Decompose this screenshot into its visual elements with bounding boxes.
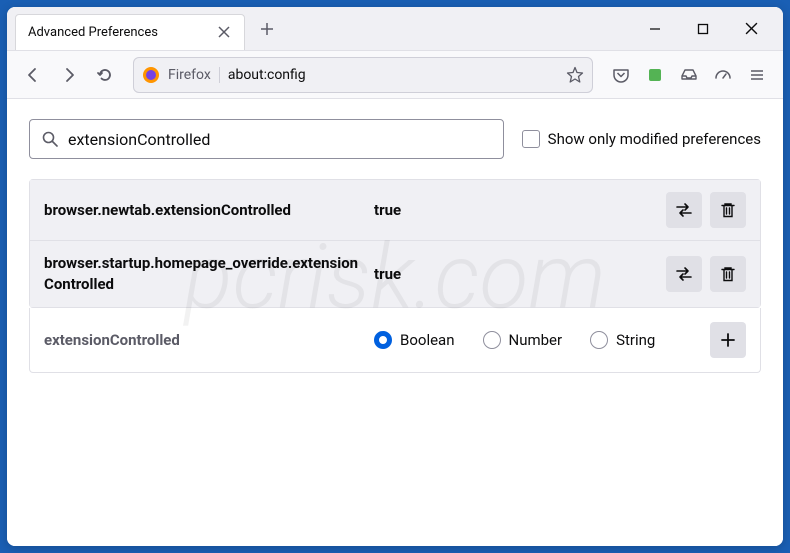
toggle-button[interactable] — [666, 256, 702, 292]
add-pref-name: extensionControlled — [44, 331, 364, 349]
url-bar[interactable]: Firefox about:config — [133, 57, 593, 93]
delete-button[interactable] — [710, 192, 746, 228]
row-actions — [666, 192, 746, 228]
inbox-icon[interactable] — [673, 59, 705, 91]
radio-label: Boolean — [400, 331, 455, 349]
toggle-button[interactable] — [666, 192, 702, 228]
forward-button[interactable] — [53, 59, 85, 91]
radio-label: Number — [509, 331, 563, 349]
url-text: about:config — [228, 67, 558, 83]
toolbar-actions — [605, 59, 773, 91]
radio-string[interactable]: String — [590, 331, 655, 349]
new-tab-button[interactable] — [253, 15, 281, 43]
nav-toolbar: Firefox about:config — [7, 51, 783, 99]
dashboard-icon[interactable] — [707, 59, 739, 91]
tab-title: Advanced Preferences — [28, 25, 216, 40]
radio-number[interactable]: Number — [483, 331, 563, 349]
search-box[interactable] — [29, 119, 504, 159]
add-button[interactable] — [710, 322, 746, 358]
radio-boolean[interactable]: Boolean — [374, 331, 455, 349]
radio-label: String — [616, 331, 655, 349]
pref-name: browser.newtab.extensionControlled — [44, 200, 364, 221]
radio-icon — [374, 331, 392, 349]
extension-icon[interactable] — [639, 59, 671, 91]
close-icon[interactable] — [216, 24, 232, 40]
modified-only-checkbox[interactable]: Show only modified preferences — [522, 130, 761, 148]
add-pref-row: extensionControlled Boolean Number Strin… — [29, 308, 761, 373]
tab-active[interactable]: Advanced Preferences — [15, 14, 245, 50]
checkbox-icon — [522, 130, 540, 148]
identity-label: Firefox — [168, 67, 220, 83]
reload-button[interactable] — [89, 59, 121, 91]
firefox-logo-icon — [142, 66, 160, 84]
menu-icon[interactable] — [741, 59, 773, 91]
pref-row: browser.newtab.extensionControlled true — [30, 180, 760, 241]
pocket-icon[interactable] — [605, 59, 637, 91]
browser-window: Advanced Preferences — [7, 7, 783, 546]
radio-icon — [590, 331, 608, 349]
results-list: browser.newtab.extensionControlled true … — [29, 179, 761, 308]
about-config-content: Show only modified preferences browser.n… — [7, 99, 783, 546]
pref-value: true — [374, 201, 656, 219]
search-input[interactable] — [68, 130, 491, 149]
pref-row: browser.startup.homepage_override.extens… — [30, 241, 760, 307]
maximize-button[interactable] — [691, 17, 715, 41]
modified-only-label: Show only modified preferences — [548, 130, 761, 148]
pref-value: true — [374, 265, 656, 283]
radio-icon — [483, 331, 501, 349]
delete-button[interactable] — [710, 256, 746, 292]
row-actions — [666, 256, 746, 292]
pref-name: browser.startup.homepage_override.extens… — [44, 253, 364, 295]
type-radio-group: Boolean Number String — [374, 331, 700, 349]
close-window-button[interactable] — [739, 17, 763, 41]
bookmark-star-icon[interactable] — [566, 66, 584, 84]
window-controls — [643, 17, 775, 41]
search-row: Show only modified preferences — [29, 119, 761, 159]
back-button[interactable] — [17, 59, 49, 91]
search-icon — [42, 131, 58, 147]
titlebar: Advanced Preferences — [7, 7, 783, 51]
minimize-button[interactable] — [643, 17, 667, 41]
